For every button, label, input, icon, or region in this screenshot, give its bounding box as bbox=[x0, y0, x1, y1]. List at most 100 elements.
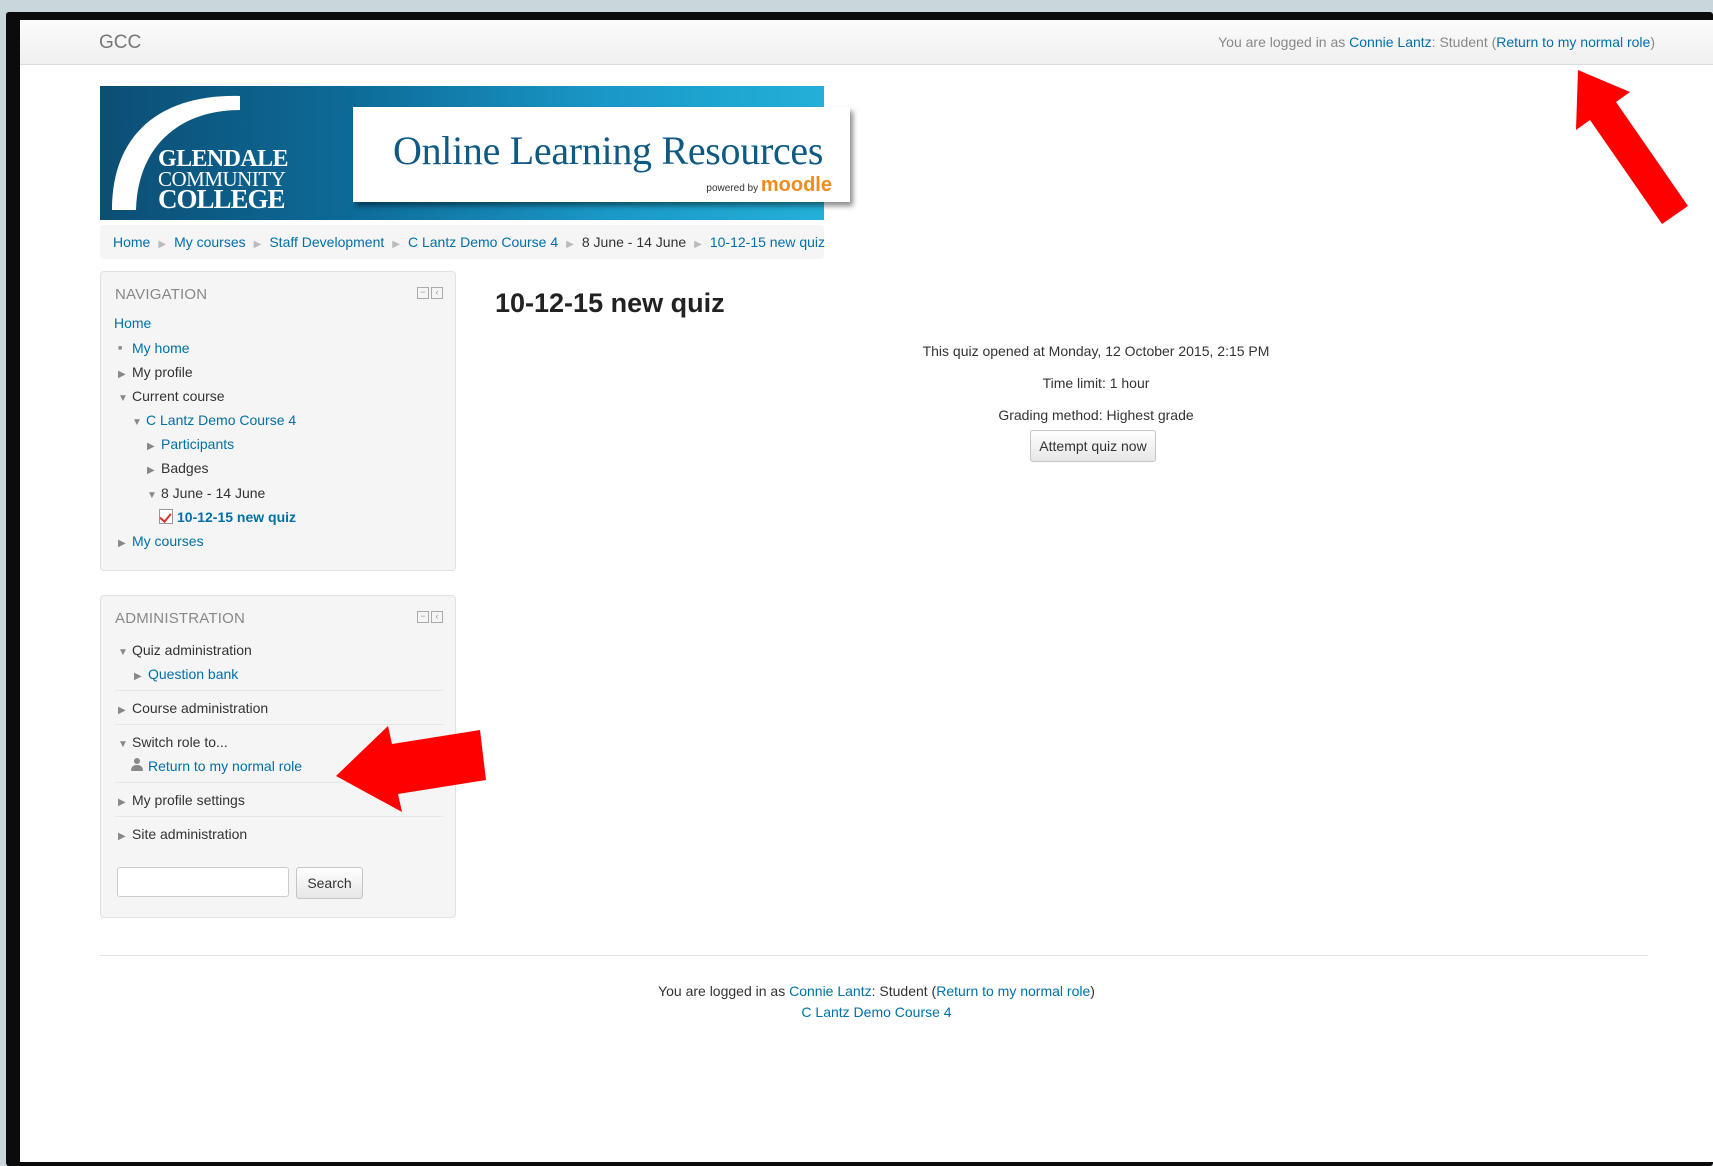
admin-course-administration[interactable]: ▶ Course administration bbox=[118, 700, 268, 716]
admin-search-input[interactable] bbox=[117, 867, 289, 897]
nav-badges-label: Badges bbox=[161, 460, 209, 476]
navigation-block-title: NAVIGATION bbox=[115, 286, 208, 303]
expand-arrow-icon: ▶ bbox=[118, 831, 126, 842]
nav-course[interactable]: ▼ C Lantz Demo Course 4 bbox=[132, 412, 296, 428]
close-paren: ) bbox=[1650, 34, 1655, 50]
admin-quiz-administration-label: Quiz administration bbox=[132, 642, 252, 658]
breadcrumb-separator-icon: ▶ bbox=[694, 239, 702, 250]
admin-return-normal-role-label: Return to my normal role bbox=[148, 758, 303, 774]
user-icon bbox=[130, 758, 144, 772]
nav-week-label: 8 June - 14 June bbox=[161, 485, 266, 501]
collapse-arrow-icon: ▼ bbox=[118, 393, 128, 404]
bullet-icon: ■ bbox=[118, 345, 123, 352]
footer-login-prefix: You are logged in as bbox=[658, 983, 790, 999]
expand-arrow-icon: ▶ bbox=[118, 705, 126, 716]
college-line3: COLLEGE bbox=[158, 184, 286, 214]
admin-return-normal-role[interactable]: Return to my normal role bbox=[130, 758, 302, 774]
breadcrumb-course[interactable]: C Lantz Demo Course 4 bbox=[408, 234, 558, 250]
footer-user-name-link[interactable]: Connie Lantz bbox=[789, 983, 872, 999]
moodle-logo: moodle bbox=[760, 174, 832, 196]
nav-my-courses-label: My courses bbox=[132, 533, 204, 549]
nav-week[interactable]: ▼ 8 June - 14 June bbox=[147, 485, 265, 501]
breadcrumb-week: 8 June - 14 June bbox=[581, 234, 687, 250]
breadcrumb-separator-icon: ▶ bbox=[253, 239, 262, 250]
footer-course: C Lantz Demo Course 4 bbox=[20, 1004, 1713, 1020]
quiz-opened-info: This quiz opened at Monday, 12 October 2… bbox=[922, 343, 1270, 359]
breadcrumb-home[interactable]: Home bbox=[113, 234, 150, 250]
login-info-footer: You are logged in as Connie Lantz: Stude… bbox=[20, 983, 1713, 999]
admin-question-bank[interactable]: ▶ Question bank bbox=[134, 666, 238, 682]
nav-home-label: Home bbox=[114, 315, 152, 331]
nav-current-course-label: Current course bbox=[132, 388, 225, 404]
expand-arrow-icon: ▶ bbox=[118, 538, 126, 549]
nav-participants[interactable]: ▶ Participants bbox=[147, 436, 234, 452]
admin-quiz-administration[interactable]: ▼ Quiz administration bbox=[118, 642, 252, 658]
collapse-arrow-icon: ▼ bbox=[118, 739, 128, 750]
divider bbox=[115, 690, 443, 691]
nav-badges[interactable]: ▶ Badges bbox=[147, 460, 208, 476]
nav-my-profile-label: My profile bbox=[132, 364, 193, 380]
block-controls: − ‹ bbox=[415, 287, 443, 300]
nav-my-profile[interactable]: ▶ My profile bbox=[118, 364, 193, 380]
navigation-block: NAVIGATION − ‹ Home ■ My home ▶ My profile … bbox=[100, 271, 456, 571]
collapse-block-icon[interactable]: − bbox=[417, 611, 429, 624]
powered-by-moodle: powered by moodle bbox=[706, 174, 832, 197]
expand-arrow-icon: ▶ bbox=[134, 671, 142, 682]
admin-site-administration[interactable]: ▶ Site administration bbox=[118, 826, 247, 842]
admin-search-button[interactable]: Search bbox=[296, 867, 363, 899]
attempt-quiz-button[interactable]: Attempt quiz now bbox=[1030, 430, 1156, 462]
dock-block-icon[interactable]: ‹ bbox=[431, 611, 443, 624]
footer-divider bbox=[100, 955, 1648, 956]
page-title: 10-12-15 new quiz bbox=[495, 288, 725, 318]
banner-title-card: Online Learning Resources powered by moo… bbox=[353, 107, 850, 202]
nav-my-home[interactable]: ■ My home bbox=[118, 340, 190, 356]
banner-title: Online Learning Resources bbox=[393, 128, 824, 173]
breadcrumb-quiz[interactable]: 10-12-15 new quiz bbox=[710, 234, 825, 250]
footer-course-link[interactable]: C Lantz Demo Course 4 bbox=[801, 1004, 951, 1020]
nav-my-courses[interactable]: ▶ My courses bbox=[118, 533, 204, 549]
collapse-arrow-icon: ▼ bbox=[118, 647, 128, 658]
site-brand-link[interactable]: GCC bbox=[99, 32, 141, 54]
expand-arrow-icon: ▶ bbox=[147, 441, 155, 452]
quiz-time-limit: Time limit: 1 hour bbox=[1042, 375, 1150, 391]
moodle-page: GCC You are logged in as Connie Lantz: S… bbox=[20, 20, 1713, 1162]
nav-current-course[interactable]: ▼ Current course bbox=[118, 388, 225, 404]
dock-block-icon[interactable]: ‹ bbox=[431, 287, 443, 300]
footer-close-paren: ) bbox=[1090, 983, 1095, 999]
nav-participants-label: Participants bbox=[161, 436, 235, 452]
collapse-arrow-icon: ▼ bbox=[132, 417, 142, 428]
expand-arrow-icon: ▶ bbox=[118, 797, 126, 808]
collapse-block-icon[interactable]: − bbox=[417, 287, 429, 300]
user-name-link[interactable]: Connie Lantz bbox=[1349, 34, 1432, 50]
footer-role-text: : Student ( bbox=[871, 983, 937, 999]
admin-switch-role-label: Switch role to... bbox=[132, 734, 228, 750]
administration-block-title: ADMINISTRATION bbox=[115, 610, 246, 627]
breadcrumb: Home ▶ My courses ▶ Staff Development ▶ C Lant… bbox=[100, 225, 825, 259]
block-controls: − ‹ bbox=[415, 611, 443, 624]
return-normal-role-link-top[interactable]: Return to my normal role bbox=[1496, 34, 1650, 50]
breadcrumb-separator-icon: ▶ bbox=[392, 239, 400, 250]
expand-arrow-icon: ▶ bbox=[118, 369, 126, 380]
admin-switch-role[interactable]: ▼ Switch role to... bbox=[118, 734, 228, 750]
breadcrumb-staff-development[interactable]: Staff Development bbox=[269, 234, 384, 250]
admin-my-profile-settings[interactable]: ▶ My profile settings bbox=[118, 792, 245, 808]
divider bbox=[115, 816, 443, 817]
login-prefix: You are logged in as bbox=[1218, 34, 1350, 50]
nav-quiz-label: 10-12-15 new quiz bbox=[177, 509, 297, 525]
quiz-icon bbox=[159, 509, 173, 524]
breadcrumb-separator-icon: ▶ bbox=[158, 239, 167, 250]
breadcrumb-my-courses[interactable]: My courses bbox=[174, 234, 246, 250]
admin-my-profile-settings-label: My profile settings bbox=[132, 792, 245, 808]
admin-question-bank-label: Question bank bbox=[148, 666, 239, 682]
collapse-arrow-icon: ▼ bbox=[147, 490, 157, 501]
admin-course-administration-label: Course administration bbox=[132, 700, 269, 716]
return-normal-role-link-footer[interactable]: Return to my normal role bbox=[936, 983, 1090, 999]
admin-site-administration-label: Site administration bbox=[132, 826, 248, 842]
top-navbar: GCC You are logged in as Connie Lantz: S… bbox=[20, 20, 1713, 65]
nav-home[interactable]: Home bbox=[114, 315, 151, 331]
red-arrow-icon-admin bbox=[336, 726, 486, 812]
nav-quiz[interactable]: 10-12-15 new quiz bbox=[159, 509, 296, 525]
college-line1: GLENDALE bbox=[158, 146, 289, 172]
college-logo-text: GLENDALE COMMUNITY COLLEGE bbox=[158, 146, 289, 214]
breadcrumb-separator-icon: ▶ bbox=[566, 239, 574, 250]
